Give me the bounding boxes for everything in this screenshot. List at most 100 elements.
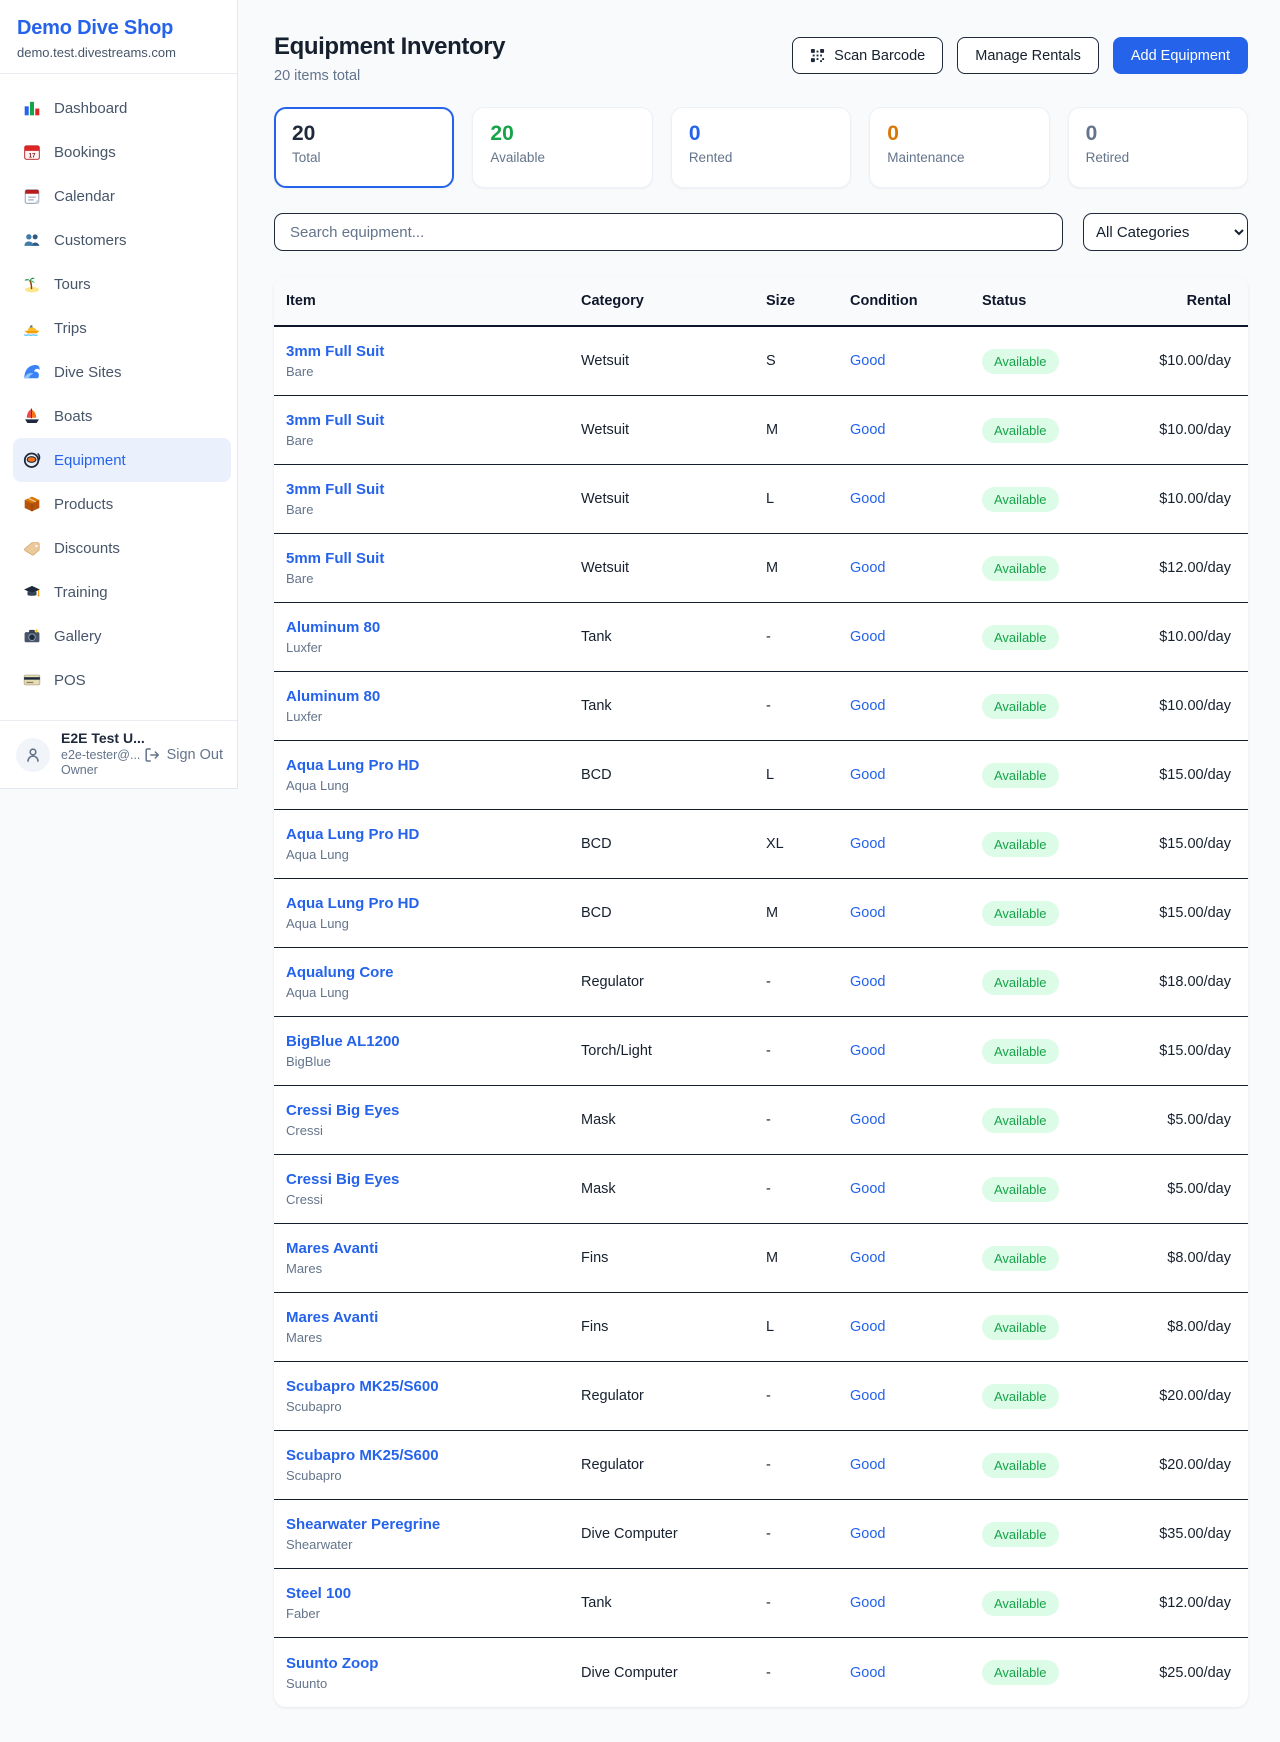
items-total-subtitle: 20 items total [274,68,505,84]
cell-status: Available [982,1522,1118,1547]
cell-rental-price: $10.00/day [1118,491,1231,507]
sidebar-item-label: Boats [54,408,92,425]
condition-link[interactable]: Good [850,1457,982,1473]
manage-rentals-button[interactable]: Manage Rentals [957,37,1099,74]
sidebar-item-trips[interactable]: Trips [13,306,231,350]
stat-card-rented[interactable]: 0Rented [671,107,851,188]
sidebar-item-equipment[interactable]: Equipment [13,438,231,482]
cell-category: Regulator [581,1457,766,1473]
manage-rentals-label: Manage Rentals [975,48,1081,64]
stat-card-maintenance[interactable]: 0Maintenance [869,107,1049,188]
item-name-link[interactable]: Mares Avanti [286,1309,581,1326]
sidebar-item-bookings[interactable]: 17Bookings [13,130,231,174]
scan-barcode-button[interactable]: Scan Barcode [792,37,943,74]
condition-link[interactable]: Good [850,1665,982,1681]
sidebar-item-discounts[interactable]: Discounts [13,526,231,570]
item-name-link[interactable]: BigBlue AL1200 [286,1033,581,1050]
category-select[interactable]: All Categories [1083,213,1248,251]
package-icon [23,495,41,513]
cell-status: Available [982,625,1118,650]
stats-row: 20Total20Available0Rented0Maintenance0Re… [274,107,1248,188]
cell-item: 5mm Full SuitBare [286,550,581,586]
item-name-link[interactable]: Cressi Big Eyes [286,1102,581,1119]
search-input[interactable] [274,213,1063,251]
sidebar-nav: Dashboard17BookingsCalendarCustomersTour… [0,74,237,702]
item-brand: Scubapro [286,1468,581,1483]
stat-card-total[interactable]: 20Total [274,107,454,188]
stat-label: Total [292,150,436,165]
condition-link[interactable]: Good [850,1181,982,1197]
sign-out-button[interactable]: Sign Out [144,747,223,763]
sidebar-item-dashboard[interactable]: Dashboard [13,86,231,130]
sidebar-item-calendar[interactable]: Calendar [13,174,231,218]
condition-link[interactable]: Good [850,560,982,576]
cell-size: S [766,353,850,369]
condition-link[interactable]: Good [850,422,982,438]
table-row: Mares AvantiMaresFinsLGoodAvailable$8.00… [274,1293,1248,1362]
stat-card-available[interactable]: 20Available [472,107,652,188]
sidebar-item-pos[interactable]: POS [13,658,231,702]
item-name-link[interactable]: Aqua Lung Pro HD [286,826,581,843]
sidebar-item-training[interactable]: Training [13,570,231,614]
sidebar-item-customers[interactable]: Customers [13,218,231,262]
table-row: Scubapro MK25/S600ScubaproRegulator-Good… [274,1362,1248,1431]
item-name-link[interactable]: 5mm Full Suit [286,550,581,567]
item-name-link[interactable]: Aqua Lung Pro HD [286,757,581,774]
sidebar-item-products[interactable]: Products [13,482,231,526]
item-name-link[interactable]: Mares Avanti [286,1240,581,1257]
condition-link[interactable]: Good [850,767,982,783]
item-name-link[interactable]: Steel 100 [286,1585,581,1602]
item-name-link[interactable]: Aqualung Core [286,964,581,981]
condition-link[interactable]: Good [850,1250,982,1266]
item-name-link[interactable]: 3mm Full Suit [286,412,581,429]
stat-label: Maintenance [887,150,1031,165]
cell-size: M [766,905,850,921]
sidebar-item-label: POS [54,672,86,689]
item-name-link[interactable]: 3mm Full Suit [286,343,581,360]
item-name-link[interactable]: Scubapro MK25/S600 [286,1378,581,1395]
condition-link[interactable]: Good [850,698,982,714]
item-name-link[interactable]: Shearwater Peregrine [286,1516,581,1533]
item-name-link[interactable]: Suunto Zoop [286,1655,581,1672]
sidebar-item-gallery[interactable]: Gallery [13,614,231,658]
sidebar-item-dive-sites[interactable]: Dive Sites [13,350,231,394]
item-name-link[interactable]: Scubapro MK25/S600 [286,1447,581,1464]
condition-link[interactable]: Good [850,1595,982,1611]
sign-out-label: Sign Out [167,747,223,763]
condition-link[interactable]: Good [850,974,982,990]
cell-category: Torch/Light [581,1043,766,1059]
cell-item: Cressi Big EyesCressi [286,1171,581,1207]
item-name-link[interactable]: Aluminum 80 [286,688,581,705]
table-row: Steel 100FaberTank-GoodAvailable$12.00/d… [274,1569,1248,1638]
cell-status: Available [982,1246,1118,1271]
condition-link[interactable]: Good [850,836,982,852]
condition-link[interactable]: Good [850,1043,982,1059]
customers-icon [23,231,41,249]
table-row: Mares AvantiMaresFinsMGoodAvailable$8.00… [274,1224,1248,1293]
condition-link[interactable]: Good [850,629,982,645]
condition-link[interactable]: Good [850,1112,982,1128]
item-name-link[interactable]: 3mm Full Suit [286,481,581,498]
add-equipment-button[interactable]: Add Equipment [1113,37,1248,74]
item-name-link[interactable]: Aqua Lung Pro HD [286,895,581,912]
condition-link[interactable]: Good [850,1319,982,1335]
sidebar-item-tours[interactable]: Tours [13,262,231,306]
stat-card-retired[interactable]: 0Retired [1068,107,1248,188]
sidebar-item-label: Trips [54,320,87,337]
cell-category: Fins [581,1319,766,1335]
condition-link[interactable]: Good [850,1526,982,1542]
condition-link[interactable]: Good [850,353,982,369]
cell-item: Scubapro MK25/S600Scubapro [286,1378,581,1414]
condition-link[interactable]: Good [850,1388,982,1404]
item-name-link[interactable]: Aluminum 80 [286,619,581,636]
item-name-link[interactable]: Cressi Big Eyes [286,1171,581,1188]
cell-rental-price: $8.00/day [1118,1250,1231,1266]
cell-item: Aqua Lung Pro HDAqua Lung [286,895,581,931]
condition-link[interactable]: Good [850,491,982,507]
condition-link[interactable]: Good [850,905,982,921]
cell-rental-price: $15.00/day [1118,1043,1231,1059]
cell-item: Aluminum 80Luxfer [286,619,581,655]
cell-size: M [766,560,850,576]
sidebar-item-boats[interactable]: Boats [13,394,231,438]
cell-size: M [766,1250,850,1266]
